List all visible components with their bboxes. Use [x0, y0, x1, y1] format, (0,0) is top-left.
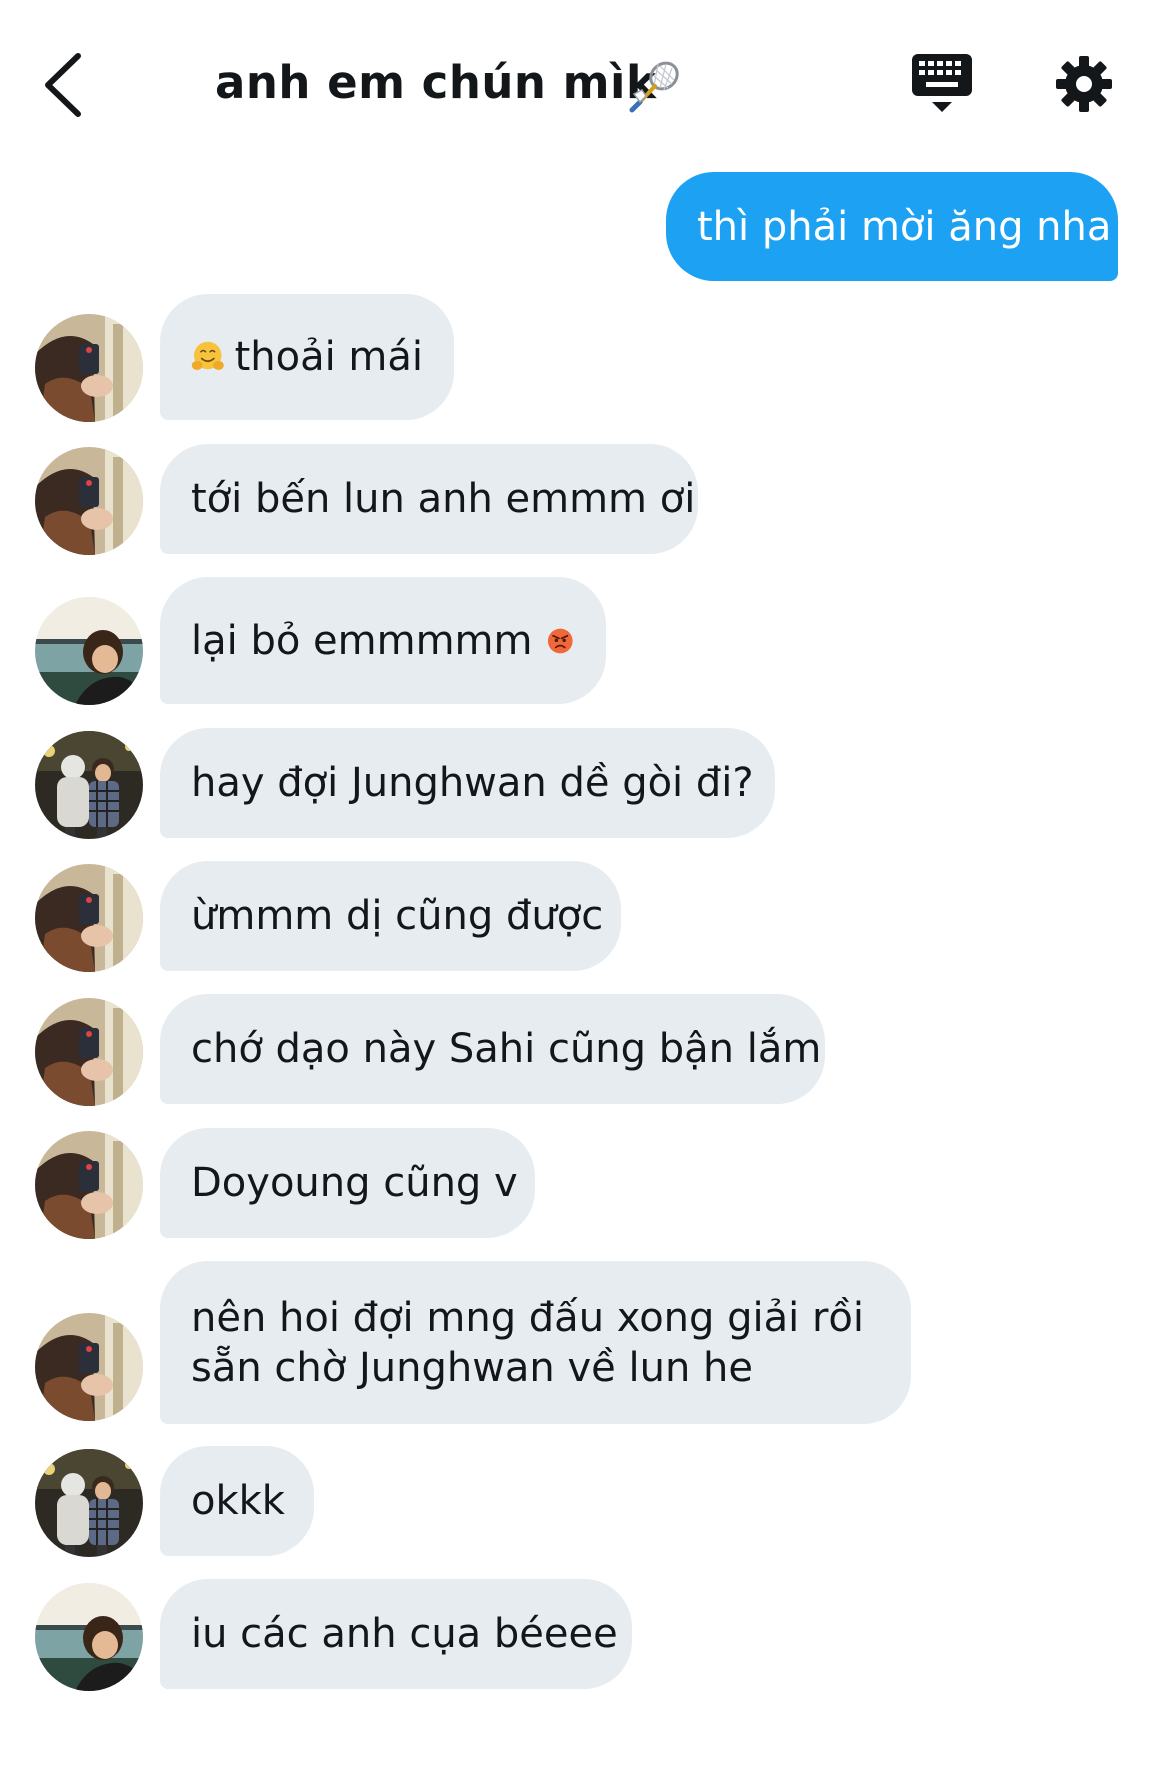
received-message[interactable]: nên hoi đợi mng đấu xong giải rồi sẵn ch…	[160, 1261, 911, 1424]
received-message[interactable]: tới bến lun anh emmm ơi	[160, 444, 698, 554]
message-text: iu các anh cụa béeee	[191, 1611, 618, 1657]
avatar[interactable]	[35, 864, 143, 972]
chat-header: anh em chún mìk	[0, 0, 1170, 160]
avatar[interactable]	[35, 597, 143, 705]
conversation-title[interactable]: anh em chún mìk	[215, 56, 656, 109]
avatar[interactable]	[35, 1583, 143, 1691]
message-text: thoải mái	[234, 334, 423, 380]
chevron-left-icon	[45, 53, 81, 117]
received-message[interactable]: okkk	[160, 1446, 314, 1556]
message-text: okkk	[191, 1478, 285, 1524]
hugging-face-emoji	[191, 334, 225, 380]
message-text: Doyoung cũng v	[191, 1160, 518, 1206]
avatar[interactable]	[35, 1449, 143, 1557]
message-text: nên hoi đợi mng đấu xong giải rồi sẵn ch…	[191, 1294, 865, 1391]
received-message[interactable]: Doyoung cũng v	[160, 1128, 535, 1238]
settings-button[interactable]	[1055, 55, 1113, 113]
keyboard-button[interactable]	[910, 52, 974, 118]
received-message[interactable]: iu các anh cụa béeee	[160, 1579, 632, 1689]
message-text: hay đợi Junghwan dề gòi đi?	[191, 760, 754, 806]
received-message[interactable]: lại bỏ emmmmm	[160, 577, 606, 704]
avatar[interactable]	[35, 998, 143, 1106]
gear-icon	[1056, 56, 1112, 112]
avatar[interactable]	[35, 447, 143, 555]
received-message[interactable]: ừmmm dị cũng được	[160, 861, 621, 971]
avatar[interactable]	[35, 1313, 143, 1421]
keyboard-icon	[912, 54, 972, 112]
message-text: thì phải mời ăng nha	[697, 203, 1112, 250]
badminton-icon	[629, 61, 679, 113]
received-message[interactable]: thoải mái	[160, 294, 454, 420]
back-button[interactable]	[40, 50, 88, 120]
message-text: ừmmm dị cũng được	[191, 893, 604, 939]
avatar[interactable]	[35, 731, 143, 839]
avatar[interactable]	[35, 1131, 143, 1239]
received-message[interactable]: hay đợi Junghwan dề gòi đi?	[160, 728, 775, 838]
message-text: chớ dạo này Sahi cũng bận lắm	[191, 1026, 822, 1072]
angry-face-emoji	[546, 619, 575, 663]
avatar[interactable]	[35, 314, 143, 422]
message-text: lại bỏ emmmmm	[191, 617, 533, 664]
received-message[interactable]: chớ dạo này Sahi cũng bận lắm	[160, 994, 825, 1104]
message-text: tới bến lun anh emmm ơi	[191, 476, 696, 522]
sent-message[interactable]: thì phải mời ăng nha	[666, 172, 1118, 281]
